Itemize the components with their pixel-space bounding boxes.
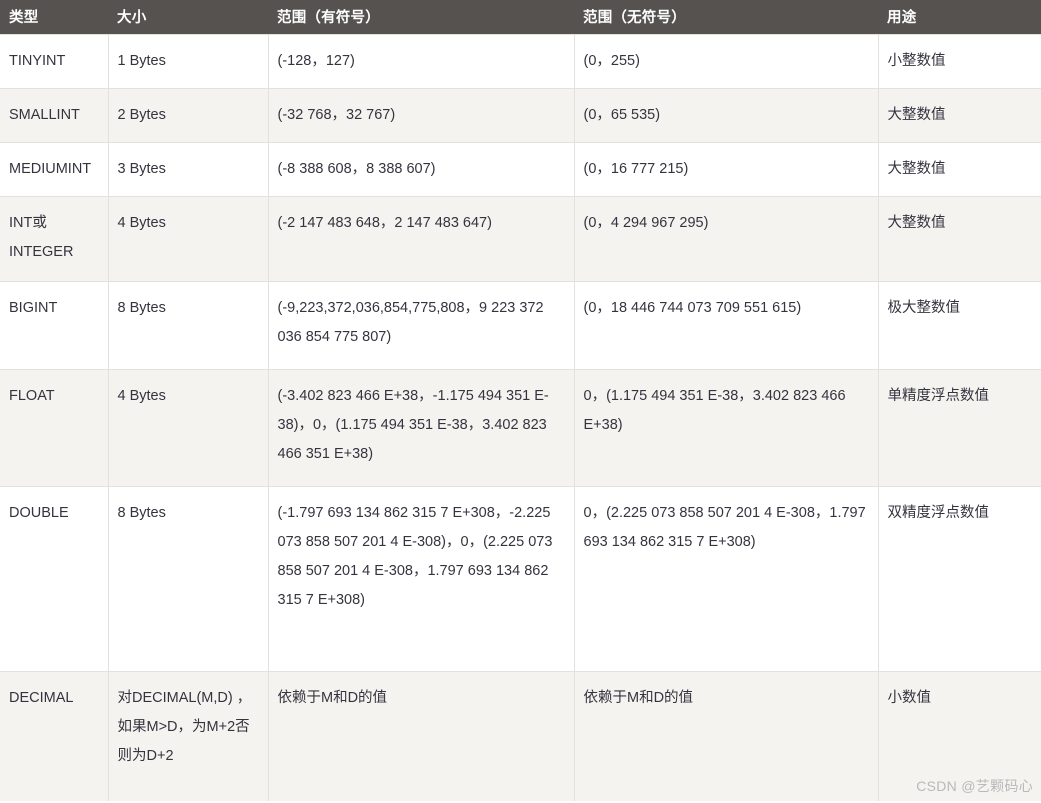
table-row: TINYINT 1 Bytes (-128，127) (0，255) 小整数值 <box>0 34 1041 89</box>
cell-size: 2 Bytes <box>107 88 269 143</box>
cell-signed: 依赖于M和D的值 <box>267 671 575 801</box>
cell-unsigned: (0，18 446 744 073 709 551 615) <box>573 281 879 370</box>
cell-size: 8 Bytes <box>107 486 269 672</box>
cell-type: TINYINT <box>0 34 109 89</box>
cell-unsigned: (0，4 294 967 295) <box>573 196 879 282</box>
column-header-type: 类型 <box>0 0 108 35</box>
cell-signed: (-2 147 483 648，2 147 483 647) <box>267 196 575 282</box>
cell-size: 4 Bytes <box>107 369 269 487</box>
cell-unsigned: (0，16 777 215) <box>573 142 879 197</box>
cell-type: DECIMAL <box>0 671 109 801</box>
cell-usage: 小整数值 <box>877 34 1041 89</box>
cell-unsigned: 0，(2.225 073 858 507 201 4 E-308，1.797 6… <box>573 486 879 672</box>
cell-signed: (-1.797 693 134 862 315 7 E+308，-2.225 0… <box>267 486 575 672</box>
column-header-size: 大小 <box>108 0 268 35</box>
cell-usage: 大整数值 <box>877 142 1041 197</box>
cell-size: 对DECIMAL(M,D) ，如果M>D，为M+2否则为D+2 <box>107 671 269 801</box>
cell-size: 4 Bytes <box>107 196 269 282</box>
cell-usage: 大整数值 <box>877 196 1041 282</box>
cell-unsigned: (0，65 535) <box>573 88 879 143</box>
cell-usage: 极大整数值 <box>877 281 1041 370</box>
column-header-unsigned: 范围（无符号） <box>574 0 878 35</box>
column-header-usage: 用途 <box>878 0 1041 35</box>
table-row: MEDIUMINT 3 Bytes (-8 388 608，8 388 607)… <box>0 142 1041 197</box>
table-row: BIGINT 8 Bytes (-9,223,372,036,854,775,8… <box>0 281 1041 370</box>
table-header: 类型 大小 范围（有符号） 范围（无符号） 用途 <box>0 0 1041 35</box>
header-row: 类型 大小 范围（有符号） 范围（无符号） 用途 <box>0 0 1041 35</box>
table-row: INT或INTEGER 4 Bytes (-2 147 483 648，2 14… <box>0 196 1041 282</box>
cell-unsigned: 0，(1.175 494 351 E-38，3.402 823 466 E+38… <box>573 369 879 487</box>
cell-type: SMALLINT <box>0 88 109 143</box>
cell-size: 8 Bytes <box>107 281 269 370</box>
cell-size: 3 Bytes <box>107 142 269 197</box>
table-row: SMALLINT 2 Bytes (-32 768，32 767) (0，65 … <box>0 88 1041 143</box>
cell-usage: 小数值 <box>877 671 1041 801</box>
cell-signed: (-9,223,372,036,854,775,808，9 223 372 03… <box>267 281 575 370</box>
cell-signed: (-32 768，32 767) <box>267 88 575 143</box>
cell-type: MEDIUMINT <box>0 142 109 197</box>
column-header-signed: 范围（有符号） <box>268 0 574 35</box>
cell-usage: 大整数值 <box>877 88 1041 143</box>
cell-type: INT或INTEGER <box>0 196 109 282</box>
cell-unsigned: (0，255) <box>573 34 879 89</box>
cell-size: 1 Bytes <box>107 34 269 89</box>
table-row: FLOAT 4 Bytes (-3.402 823 466 E+38，-1.17… <box>0 369 1041 487</box>
cell-type: BIGINT <box>0 281 109 370</box>
table-row: DECIMAL 对DECIMAL(M,D) ，如果M>D，为M+2否则为D+2 … <box>0 671 1041 801</box>
page-root: 类型 大小 范围（有符号） 范围（无符号） 用途 TINYINT 1 Bytes… <box>0 0 1041 803</box>
cell-signed: (-8 388 608，8 388 607) <box>267 142 575 197</box>
cell-signed: (-3.402 823 466 E+38，-1.175 494 351 E-38… <box>267 369 575 487</box>
table-body: TINYINT 1 Bytes (-128，127) (0，255) 小整数值 … <box>0 34 1041 801</box>
mysql-numeric-types-table: 类型 大小 范围（有符号） 范围（无符号） 用途 TINYINT 1 Bytes… <box>0 0 1041 801</box>
cell-unsigned: 依赖于M和D的值 <box>573 671 879 801</box>
cell-usage: 单精度浮点数值 <box>877 369 1041 487</box>
cell-type: FLOAT <box>0 369 109 487</box>
cell-usage: 双精度浮点数值 <box>877 486 1041 672</box>
table-row: DOUBLE 8 Bytes (-1.797 693 134 862 315 7… <box>0 486 1041 672</box>
cell-type: DOUBLE <box>0 486 109 672</box>
cell-signed: (-128，127) <box>267 34 575 89</box>
